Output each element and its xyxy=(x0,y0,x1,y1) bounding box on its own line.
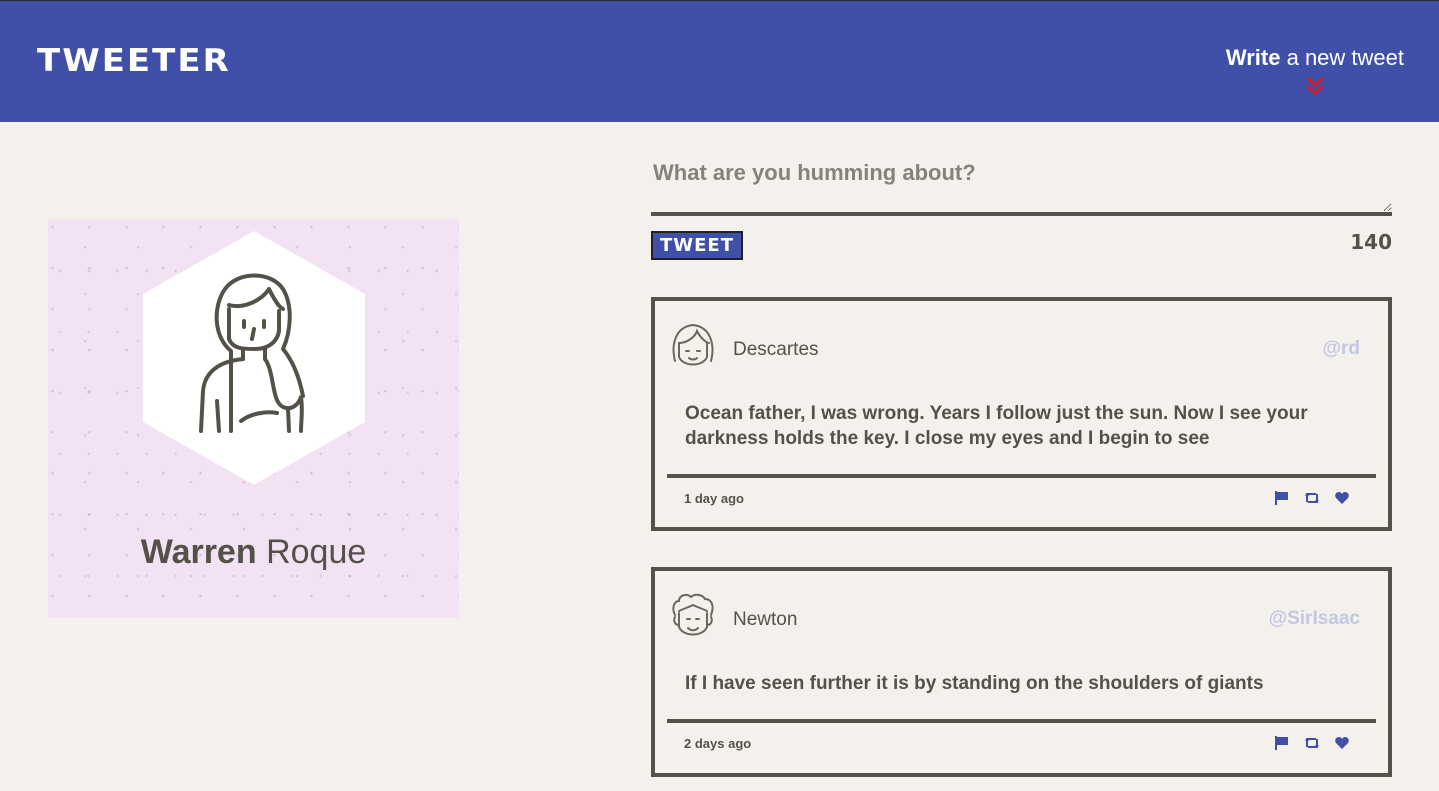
tweet-footer: 1 day ago xyxy=(667,474,1376,522)
tweet-actions xyxy=(1274,735,1350,751)
tweet-card: Newton @SirIsaac If I have seen further … xyxy=(651,567,1392,777)
tweet-card: Descartes @rd Ocean father, I was wrong.… xyxy=(651,297,1392,531)
tweet-author: Newton xyxy=(733,609,798,630)
top-nav: TWEETER Write a new tweet xyxy=(0,0,1439,122)
tweet-content: Ocean father, I was wrong. Years I follo… xyxy=(685,403,1308,449)
tweet-header: Descartes @rd xyxy=(669,321,1360,371)
profile-last-name: Roque xyxy=(256,533,367,571)
woman-avatar-icon xyxy=(143,231,365,485)
tweet-handle[interactable]: @rd xyxy=(1322,338,1360,360)
profile-name: Warren Roque xyxy=(48,533,459,572)
profile-card: Warren Roque xyxy=(48,219,459,618)
tweet-timestamp: 2 days ago xyxy=(684,736,752,751)
heart-icon[interactable] xyxy=(1334,490,1350,506)
heart-icon[interactable] xyxy=(1334,735,1350,751)
brand-logo[interactable]: TWEETER xyxy=(37,43,231,80)
curly-hair-avatar-icon xyxy=(672,593,714,636)
tweet-compose-input[interactable] xyxy=(651,150,1392,216)
tweet-actions xyxy=(1274,490,1350,506)
double-chevron-down-icon[interactable] xyxy=(1304,75,1326,97)
retweet-icon[interactable] xyxy=(1304,735,1320,751)
tweet-content: If I have seen further it is by standing… xyxy=(685,673,1264,694)
compose-label-strong: Write xyxy=(1225,45,1281,70)
tweet-timestamp: 1 day ago xyxy=(684,491,744,506)
flag-icon[interactable] xyxy=(1274,490,1290,506)
profile-first-name: Warren xyxy=(140,533,257,571)
compose-label-light: a new tweet xyxy=(1280,45,1404,70)
tweet-footer: 2 days ago xyxy=(667,719,1376,767)
tweet-submit-button[interactable]: TWEET xyxy=(651,231,743,260)
tweet-author: Descartes xyxy=(733,339,819,360)
char-counter: 140 xyxy=(1350,230,1392,254)
retweet-icon[interactable] xyxy=(1304,490,1320,506)
tweet-header: Newton @SirIsaac xyxy=(669,591,1360,641)
girl-avatar-icon xyxy=(672,323,714,366)
write-tweet-toggle[interactable]: Write a new tweet xyxy=(1226,45,1404,97)
tweet-handle[interactable]: @SirIsaac xyxy=(1269,608,1360,630)
flag-icon[interactable] xyxy=(1274,735,1290,751)
